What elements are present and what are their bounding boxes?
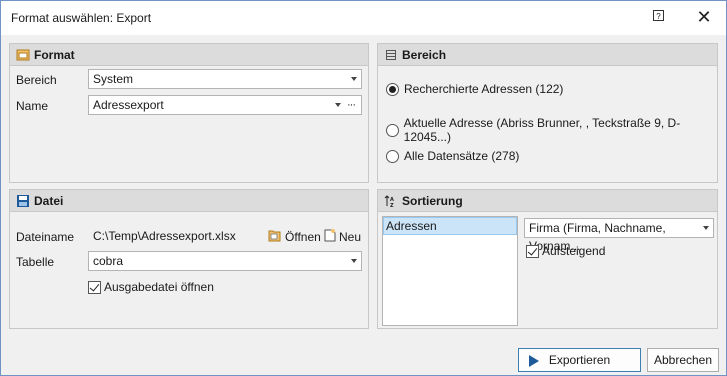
dateiname-label: Dateiname	[16, 230, 75, 244]
format-panel-title: Format	[34, 47, 75, 62]
open-after-checkbox[interactable]: Ausgabedatei öffnen	[88, 280, 214, 294]
name-dropdown-value: Adressexport	[93, 98, 164, 112]
help-icon[interactable]: ?	[653, 10, 664, 21]
radio-alle[interactable]: Alle Datensätze (278)	[386, 149, 519, 163]
open-after-label: Ausgabedatei öffnen	[104, 280, 214, 294]
bereich-panel: Bereich Recherchierte Adressen (122) Akt…	[377, 43, 718, 183]
open-file-button[interactable]: Öffnen	[268, 229, 321, 245]
play-icon	[529, 355, 539, 367]
export-button[interactable]: Exportieren	[518, 348, 641, 372]
sortierung-panel: AZ Sortierung Adressen Firma (Firma, Nac…	[377, 189, 718, 329]
tabelle-label: Tabelle	[16, 255, 55, 269]
checkbox[interactable]	[88, 280, 101, 294]
radio-label: Recherchierte Adressen (122)	[404, 82, 564, 96]
radio-aktuelle[interactable]: Aktuelle Adresse (Abriss Brunner, , Teck…	[386, 116, 717, 144]
list-item[interactable]: Adressen	[383, 217, 517, 235]
bereich-dropdown[interactable]: System	[88, 69, 362, 89]
dialog-title: Format auswählen: Export	[11, 11, 152, 25]
bereich-panel-title: Bereich	[402, 47, 447, 62]
dialog-window: Format auswählen: Export ? ✕ Format Bere…	[0, 0, 727, 376]
title-bar: Format auswählen: Export ? ✕	[1, 1, 726, 35]
sortierung-panel-title: Sortierung	[402, 193, 463, 208]
bereich-panel-header: Bereich	[378, 44, 717, 66]
radio-button[interactable]	[386, 149, 399, 163]
datei-panel: Datei Dateiname C:\Temp\Adressexport.xls…	[9, 189, 369, 329]
format-panel-header: Format	[10, 44, 368, 66]
sortierung-panel-header: AZ Sortierung	[378, 190, 717, 212]
datei-panel-header: Datei	[10, 190, 368, 212]
bereich-dropdown-value: System	[93, 72, 134, 86]
sort-icon: AZ	[384, 194, 398, 209]
new-file-button[interactable]: Neu	[324, 229, 361, 245]
radio-recherchierte[interactable]: Recherchierte Adressen (122)	[386, 82, 563, 96]
close-icon[interactable]: ✕	[691, 5, 717, 29]
chevron-down-icon	[335, 103, 341, 107]
new-file-icon	[324, 229, 336, 245]
folder-open-icon	[268, 229, 282, 245]
open-file-label: Öffnen	[285, 230, 321, 244]
radio-label: Aktuelle Adresse (Abriss Brunner, , Teck…	[403, 116, 681, 144]
bereich-label: Bereich	[16, 73, 57, 87]
chevron-down-icon	[703, 226, 709, 230]
new-file-label: Neu	[339, 230, 362, 244]
cancel-button[interactable]: Abbrechen	[647, 348, 719, 372]
database-icon	[384, 48, 398, 62]
chevron-down-icon	[351, 259, 357, 263]
tabelle-dropdown-value: cobra	[93, 254, 124, 268]
chevron-down-icon	[351, 77, 357, 81]
dateiname-field[interactable]: C:\Temp\Adressexport.xlsx	[88, 226, 268, 246]
name-label: Name	[16, 99, 49, 113]
format-panel: Format Bereich System Name Adressexport …	[9, 43, 369, 183]
datei-panel-title: Datei	[34, 193, 64, 208]
format-icon	[16, 48, 30, 62]
dateiname-value: C:\Temp\Adressexport.xlsx	[93, 229, 236, 243]
ascending-label: Aufsteigend	[542, 244, 606, 258]
svg-text:Z: Z	[390, 203, 394, 208]
radio-label: Alle Datensätze (278)	[404, 149, 520, 163]
checkbox[interactable]	[526, 244, 539, 258]
save-icon	[16, 194, 30, 208]
sort-field-dropdown[interactable]: Firma (Firma, Nachname, Vornam...	[524, 218, 714, 253]
cancel-label: Abbrechen	[653, 353, 713, 367]
radio-button[interactable]	[386, 123, 399, 137]
ascending-checkbox[interactable]: Aufsteigend	[526, 244, 605, 258]
radio-button[interactable]	[386, 82, 399, 96]
more-button[interactable]: ···	[347, 96, 356, 114]
tabelle-dropdown[interactable]: cobra	[88, 251, 362, 271]
export-label: Exportieren	[548, 353, 611, 367]
sort-list[interactable]: Adressen	[382, 216, 518, 326]
name-dropdown[interactable]: Adressexport ···	[88, 95, 362, 115]
